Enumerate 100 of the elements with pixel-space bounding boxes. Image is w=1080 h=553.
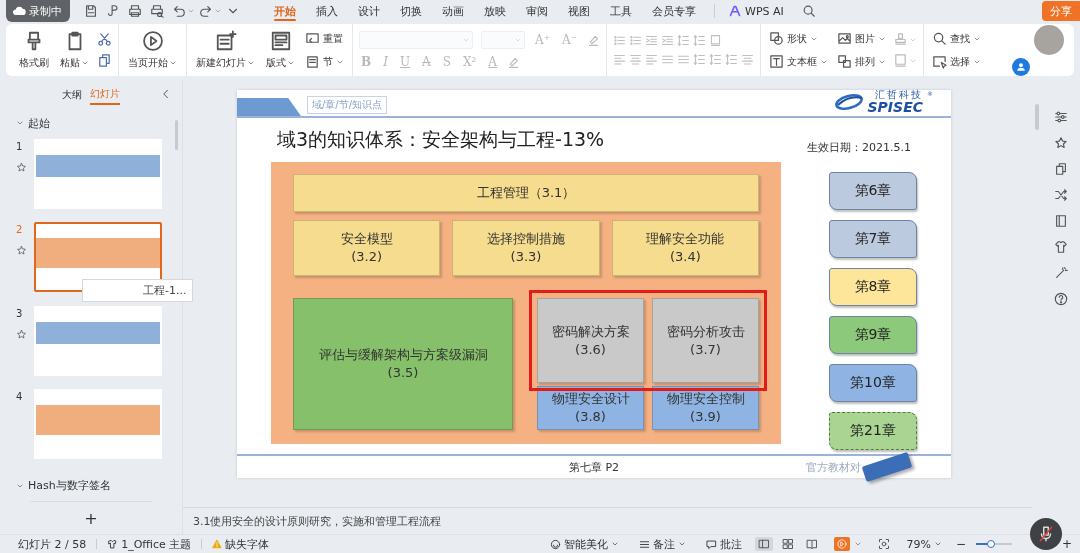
wps-ai-button[interactable]: WPS AI [723,3,790,19]
ai-logo-icon [729,5,741,17]
ribbon-button[interactable]: 格式刷 [16,28,52,72]
ribbon-scissors-button[interactable] [97,32,112,47]
menu-tab[interactable]: 会员专享 [642,0,706,22]
microphone-button[interactable] [1030,518,1062,550]
comment-icon [706,538,718,550]
undo-icon[interactable] [172,4,186,18]
slideshow-button[interactable] [834,537,851,551]
wand-icon[interactable] [1054,266,1068,280]
ribbon-button[interactable]: 排列 [835,53,888,70]
grid-view-icon [782,538,795,550]
save-icon[interactable] [84,4,98,18]
ribbon-button[interactable]: 选择 [930,53,983,70]
topic-block: 物理安全控制 (3.9) [652,386,759,430]
smile-icon [550,538,562,550]
topic-block: 工程管理（3.1） [293,174,759,212]
ribbon-copy-button[interactable] [97,53,112,68]
caret-icon [462,36,470,44]
ribbon-button[interactable]: 图片 [835,30,888,47]
notes-button[interactable]: 备注 [629,536,697,552]
shapes-icon [769,31,784,46]
ribbon-button[interactable]: 粘贴 [57,28,92,72]
logo-text: 汇哲科技 [875,90,923,100]
scrollbar[interactable] [175,120,178,150]
chapter-scroll: 第6章 [829,172,917,210]
sliders-icon[interactable] [1054,110,1068,124]
ribbon-button[interactable]: 新建幻灯片 [193,28,258,72]
caret-icon [514,36,522,44]
shuffle-icon[interactable] [1054,188,1068,202]
comments-button[interactable]: 批注 [696,536,753,552]
sticker-drawing [861,452,913,482]
normal-view-icon [758,538,771,550]
ribbon-button[interactable]: 节 [303,53,346,70]
lines-icon [639,538,651,550]
zoom-in-button[interactable]: + [1057,537,1076,551]
zoom-level[interactable]: 79% [896,537,952,551]
shirt-icon[interactable] [1054,240,1068,254]
recording-indicator[interactable]: 录制中 [6,0,70,22]
menu-tab[interactable]: 插入 [306,0,348,22]
chapter-scroll: 第8章 [829,268,917,306]
ribbon-button[interactable]: 当页开始 [125,28,180,72]
redo-icon[interactable] [199,4,213,18]
section-title[interactable]: 起始 [28,115,50,131]
person-icon [1015,61,1027,73]
reading-view-icon [806,538,819,550]
menu-tab[interactable]: 放映 [474,0,516,22]
microphone-off-icon [1037,525,1055,543]
slide-thumbnail[interactable] [34,305,162,376]
fit-window-icon[interactable] [878,538,891,550]
stamp-icon [893,32,908,47]
search-icon[interactable] [801,4,816,18]
star-icon[interactable] [1054,136,1068,150]
slide-number: 1 [16,140,24,152]
menu-tab[interactable]: 视图 [558,0,600,22]
menu-tab[interactable]: 切换 [390,0,432,22]
section-title[interactable]: Hash与数字签名 [28,478,111,494]
page-label: 第七章 P2 [568,459,620,475]
slide-thumbnail[interactable] [34,388,162,459]
missing-fonts-button[interactable]: 缺失字体 [202,536,280,552]
menu-tab[interactable]: 工具 [600,0,642,22]
caret-icon [247,59,255,67]
topic-block: 评估与缓解架构与方案级漏洞 (3.5) [293,298,513,430]
print-icon[interactable] [128,4,142,18]
book-icon[interactable] [1054,214,1068,228]
logo-swoosh-icon [833,93,864,111]
chapter-scroll: 第10章 [829,364,917,402]
panel-tab[interactable]: 大纲 [62,85,82,104]
zoom-out-button[interactable]: − [951,537,970,551]
topic-block: 安全模型 (3.2) [293,220,441,276]
copy-icon [97,53,112,68]
scrollbar[interactable] [1035,104,1039,130]
ribbon-button[interactable]: 形状 [767,30,830,47]
menu-tab[interactable]: 动画 [432,0,474,22]
menu-tab[interactable]: 审阅 [516,0,558,22]
menu-tab[interactable]: 设计 [348,0,390,22]
copy-icon[interactable] [1054,162,1068,176]
print-preview-icon[interactable] [150,4,164,18]
reset-icon [305,31,320,46]
ribbon-button[interactable]: 查找 [930,30,983,47]
ribbon-button[interactable]: 文本框 [767,53,830,70]
layout-icon [269,30,292,52]
scissors-icon [97,32,112,47]
hook-icon[interactable] [106,4,120,18]
help-icon[interactable] [1054,292,1068,306]
slide-number: 2 [16,224,24,236]
ribbon-button[interactable]: 版式 [263,28,298,72]
slide-number: 3 [16,307,24,319]
theme-button[interactable]: 1_Office 主题 [97,536,202,552]
slide-notes[interactable]: 3.1使用安全的设计原则研究，实施和管理工程流程 [193,513,442,529]
ribbon-button[interactable]: 重置 [303,30,346,47]
add-slide-button[interactable]: + [78,507,104,529]
beautify-button[interactable]: 智能美化 [540,536,630,552]
caret-icon [611,540,620,548]
select-icon [932,54,947,69]
topic-block: 理解安全功能 (3.4) [611,220,759,276]
view-button[interactable] [755,537,774,551]
search-icon [932,31,947,46]
topic-block: 密码分析攻击 (3.7) [652,298,759,383]
slide-thumbnail[interactable] [34,138,162,209]
